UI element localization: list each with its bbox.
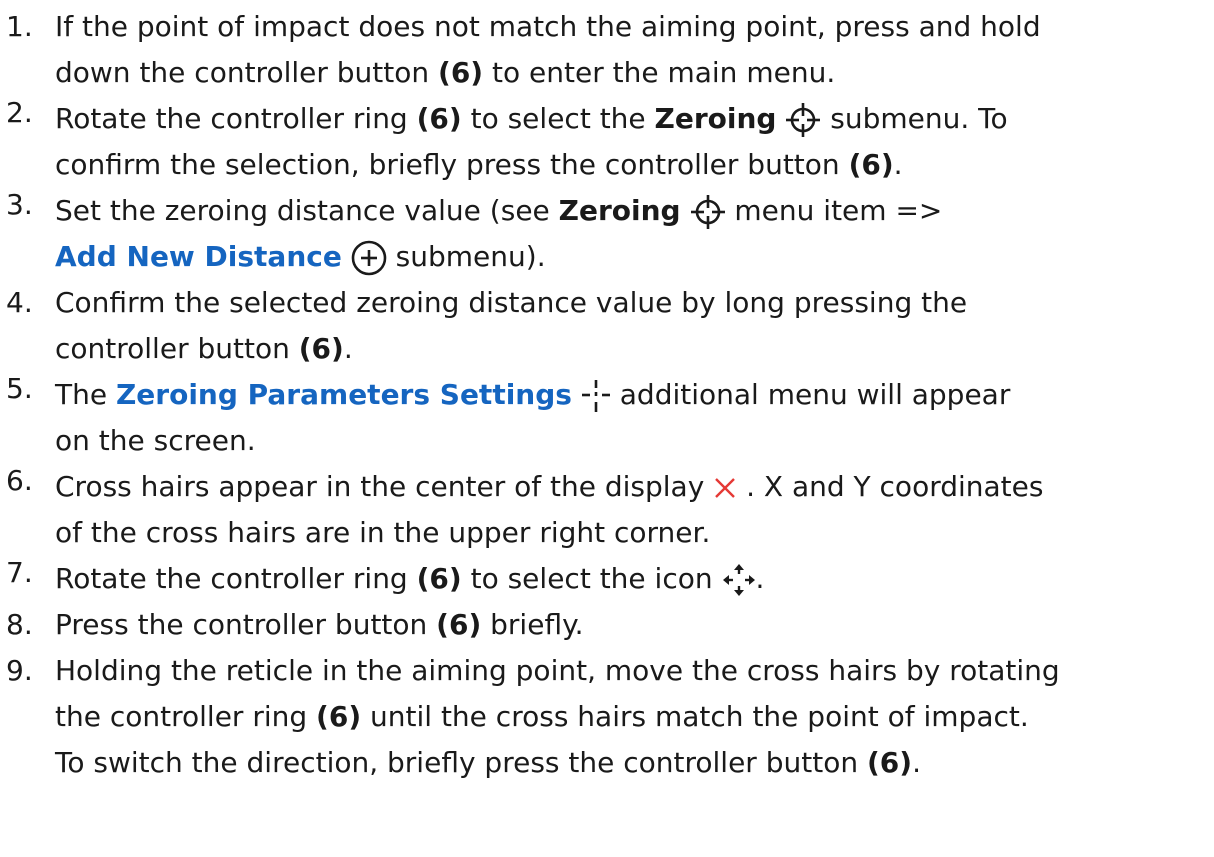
step-number: 5. [6,372,33,405]
red-x-icon [713,476,737,500]
step-number: 8. [6,608,33,641]
add-new-distance-link[interactable]: Add New Distance [55,240,342,273]
crosshair-target-icon [690,194,726,230]
crosshair-target-icon [785,102,821,138]
step-3: 3. Set the zeroing distance value (see Z… [0,188,1214,280]
dashed-cross-icon [581,378,611,414]
step-8: 8. Press the controller button (6) brief… [0,602,1214,648]
step-number: 4. [6,286,33,319]
step-7: 7. Rotate the controller ring (6) to sel… [0,556,1214,602]
step-6: 6. Cross hairs appear in the center of t… [0,464,1214,556]
step-number: 1. [6,10,33,43]
plus-circle-icon [351,240,387,276]
step-4: 4. Confirm the selected zeroing distance… [0,280,1214,372]
steps-list: 1. If the point of impact does not match… [0,4,1214,786]
step-number: 6. [6,464,33,497]
step-number: 2. [6,96,33,129]
step-number: 3. [6,188,33,221]
step-2: 2. Rotate the controller ring (6) to sel… [0,96,1214,188]
zeroing-parameters-settings-link[interactable]: Zeroing Parameters Settings [116,378,572,411]
step-number: 7. [6,556,33,589]
step-number: 9. [6,654,33,687]
instructions-document: 1. If the point of impact does not match… [0,0,1214,786]
step-9: 9. Holding the reticle in the aiming poi… [0,648,1214,786]
step-5: 5. The Zeroing Parameters Settings addit… [0,372,1214,464]
move-arrows-icon [722,563,756,597]
step-1: 1. If the point of impact does not match… [0,4,1214,96]
